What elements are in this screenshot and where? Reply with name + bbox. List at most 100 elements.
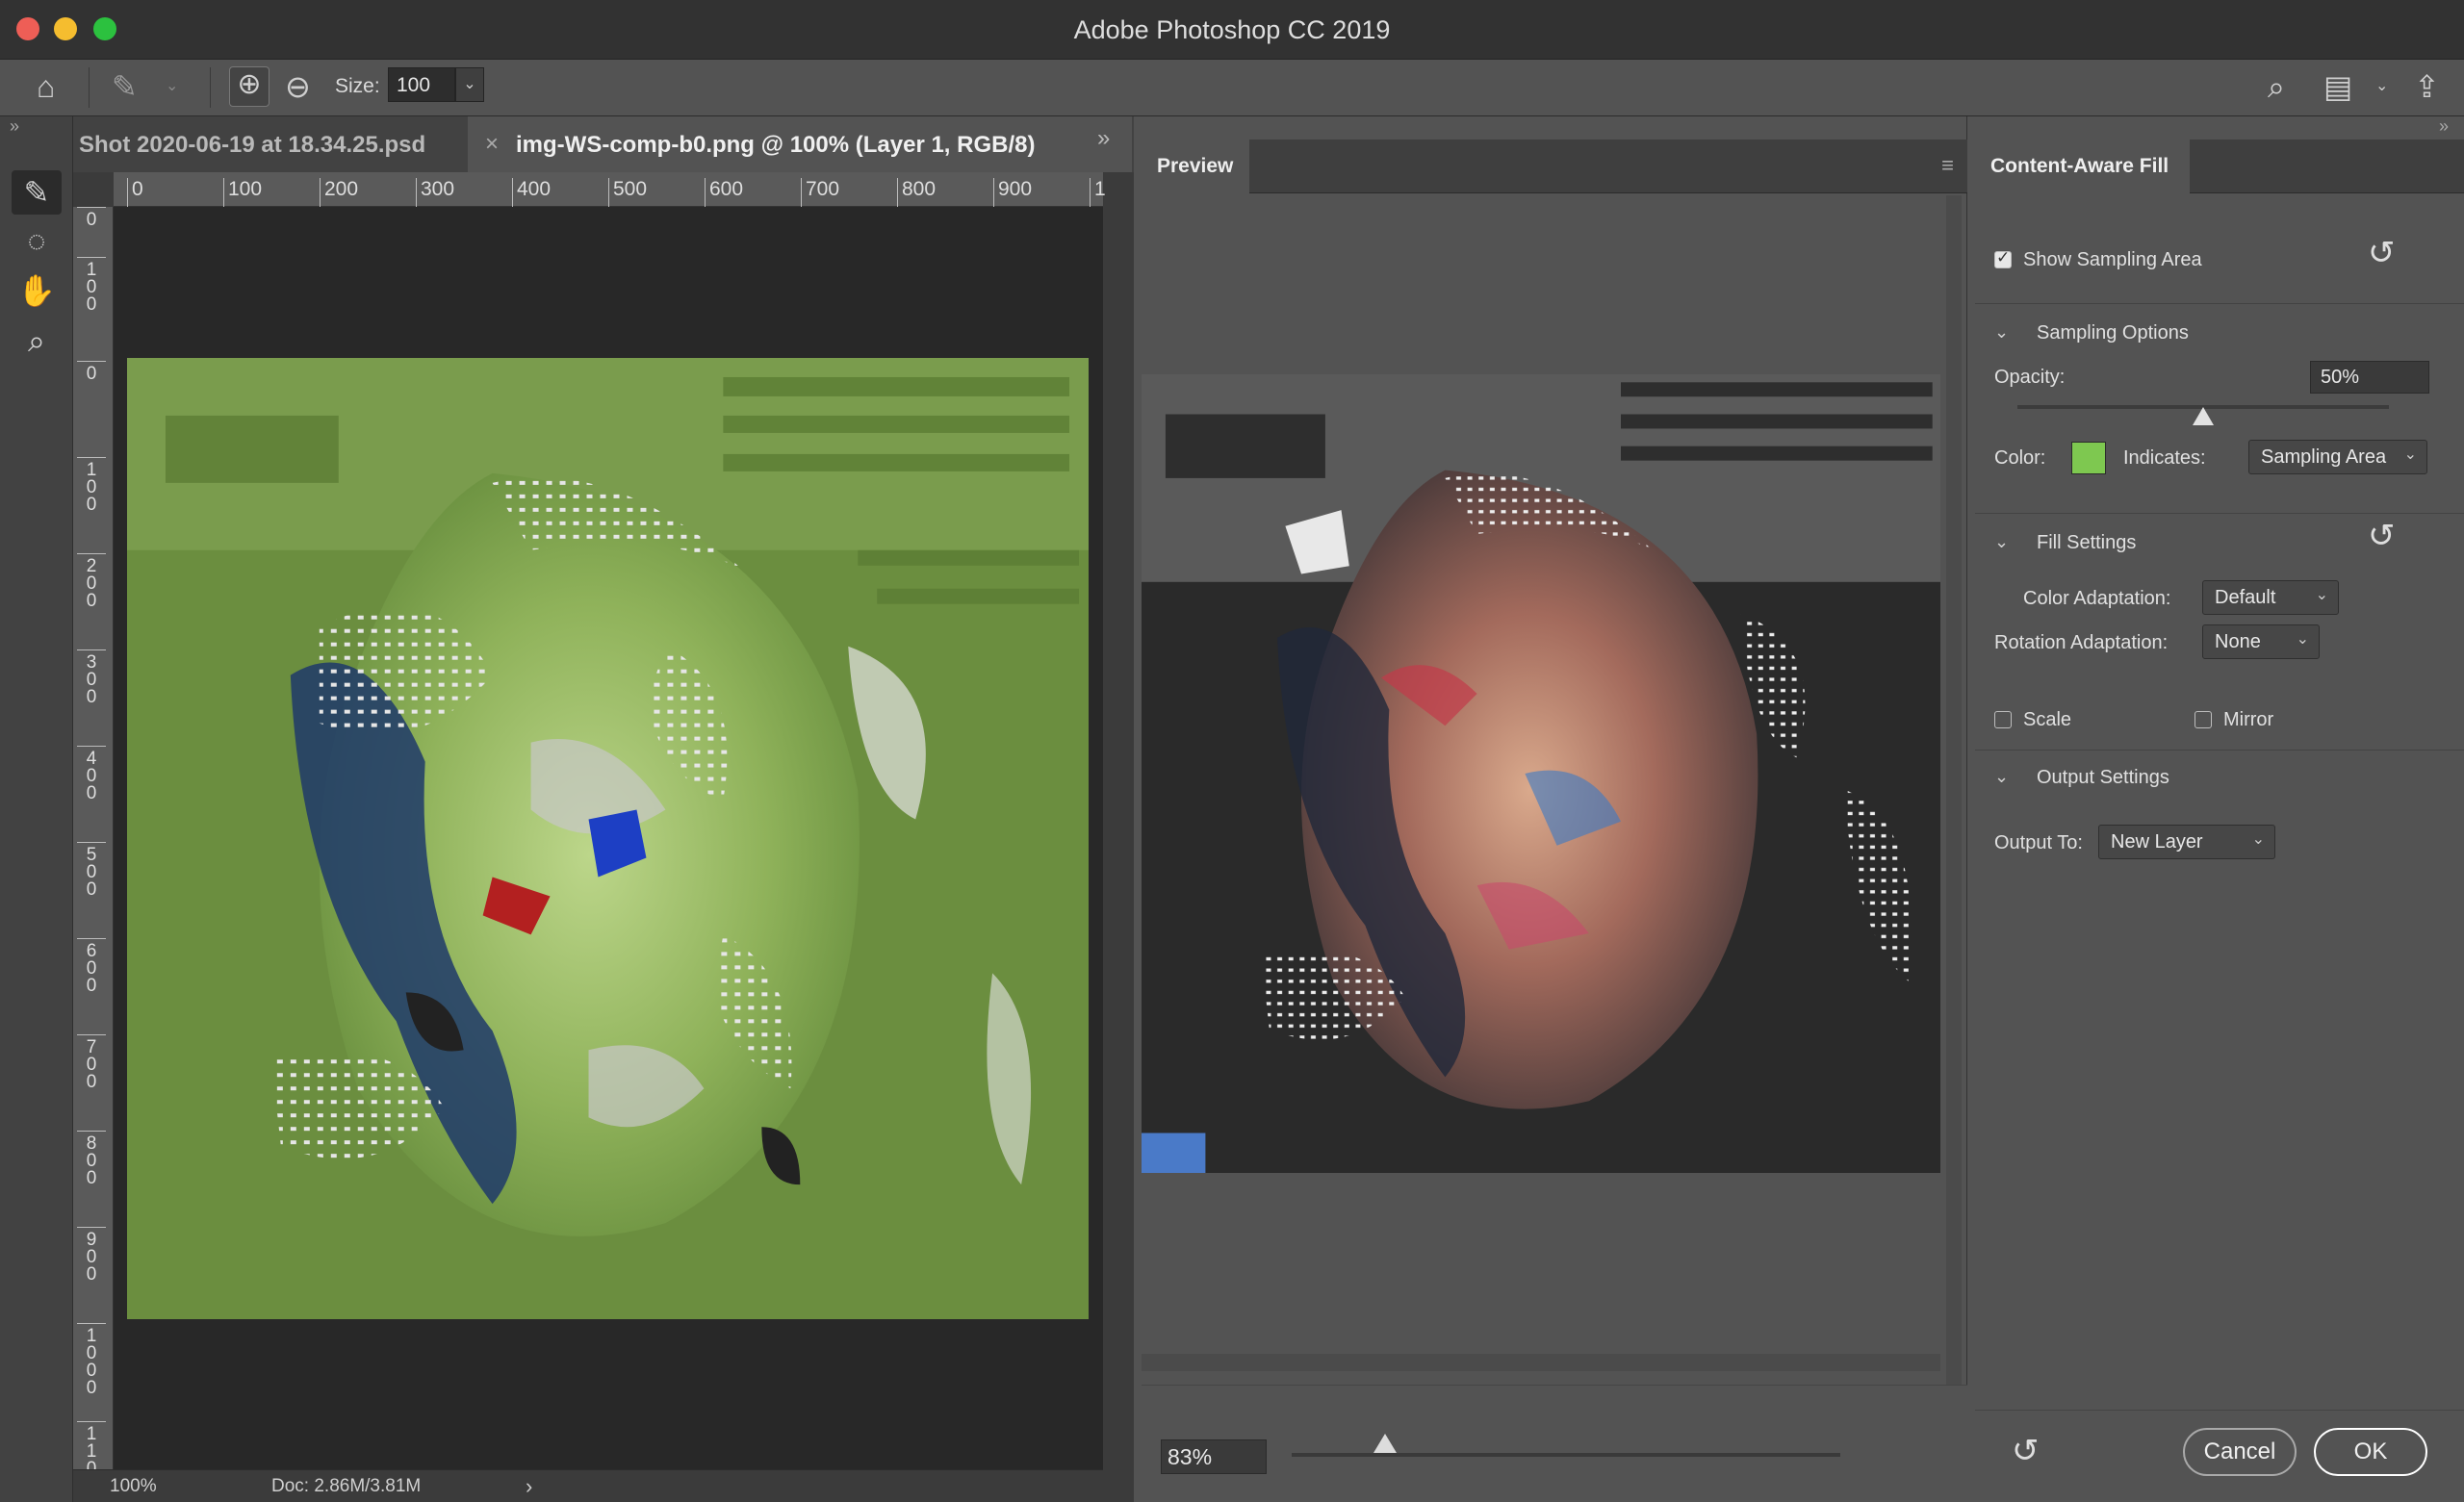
document-canvas[interactable] (114, 207, 1103, 1469)
tab-label: img-WS-comp-b0.png @ 100% (Layer 1, RGB/… (516, 132, 1036, 158)
tab-img-ws-comp[interactable]: × img-WS-comp-b0.png @ 100% (Layer 1, RG… (468, 116, 1132, 172)
sampling-color-swatch[interactable] (2071, 442, 2106, 474)
mirror-checkbox[interactable] (2194, 711, 2212, 728)
dialog-footer: ↺ Cancel OK (1975, 1410, 2464, 1502)
collapse-panel-icon[interactable]: » (2439, 116, 2449, 137)
add-to-selection-icon[interactable]: ⊕ (229, 66, 270, 107)
vertical-scrollbar[interactable] (1946, 195, 1962, 1465)
zoom-icon: ⌕ (28, 323, 45, 358)
document-size: Doc: 2.86M/3.81M (271, 1476, 422, 1496)
size-input[interactable]: 100 (388, 67, 455, 102)
chevron-down-icon: ⌄ (2251, 831, 2265, 848)
indicates-label: Indicates: (2123, 447, 2206, 469)
chevron-down-icon[interactable]: ⌄ (2375, 69, 2388, 104)
ruler-tick-label: 4 0 0 (77, 746, 106, 802)
ruler-tick-label: 1 0 0 (77, 257, 106, 314)
brush-icon: ✎ (23, 175, 50, 210)
home-icon[interactable]: ⌂ (37, 69, 55, 104)
search-icon[interactable]: ⌕ (2268, 69, 2285, 104)
preview-zoom-slider-thumb[interactable] (1373, 1434, 1397, 1453)
output-to-select[interactable]: New Layer ⌄ (2098, 825, 2275, 859)
ruler-tick-label: 300 (416, 178, 454, 207)
share-icon[interactable]: ⇪ (2414, 69, 2440, 104)
scale-label: Scale (2023, 709, 2072, 730)
indicates-select[interactable]: Sampling Area ⌄ (2248, 440, 2427, 474)
color-label: Color: (1994, 447, 2046, 469)
color-adaptation-select[interactable]: Default ⌄ (2202, 580, 2339, 615)
tab-shot-psd[interactable]: Shot 2020-06-19 at 18.34.25.psd (73, 116, 468, 172)
opacity-label: Opacity: (1994, 367, 2066, 388)
ruler-tick-label: 400 (512, 178, 551, 207)
collapse-panel-icon[interactable]: » (10, 116, 19, 137)
mirror-label: Mirror (2223, 709, 2274, 730)
cancel-button[interactable]: Cancel (2183, 1428, 2297, 1476)
show-sampling-area-label: Show Sampling Area (2023, 249, 2202, 270)
preview-panel: Preview ≡ 83% (1142, 116, 1967, 1502)
ruler-tick-label: 100 (223, 178, 262, 207)
ruler-tick-label: 6 0 0 (77, 938, 106, 995)
chevron-down-icon[interactable]: ⌄ (455, 67, 484, 102)
ruler-tick-label: 0 (77, 207, 106, 229)
vertical-ruler: 0 1 0 0 0 1 0 0 2 0 0 3 0 0 4 0 0 5 0 0 6 0 0 7 0… (73, 207, 114, 1478)
scale-checkbox[interactable] (1994, 711, 2012, 728)
chevron-down-icon: ⌄ (2296, 631, 2309, 648)
ruler-tick-label: 0 (127, 178, 143, 207)
tab-preview[interactable]: Preview (1142, 140, 1249, 193)
opacity-input[interactable]: 50% (2310, 361, 2429, 394)
indicates-value: Sampling Area (2261, 446, 2387, 468)
subtract-from-selection-icon[interactable]: ⊖ (285, 69, 311, 104)
reset-icon[interactable]: ↺ (2368, 234, 2396, 272)
preview-zoom-input[interactable]: 83% (1161, 1439, 1267, 1474)
ruler-tick-label: 700 (801, 178, 839, 207)
ruler-tick-label: 0 (77, 361, 106, 383)
chevron-down-icon[interactable]: ⌄ (1994, 532, 2009, 552)
rotation-adaptation-select[interactable]: None ⌄ (2202, 624, 2320, 659)
opacity-slider-thumb[interactable] (2193, 407, 2214, 425)
brush-tool-preset-icon[interactable]: ✎ (112, 69, 138, 104)
color-adaptation-label: Color Adaptation: (2023, 588, 2171, 609)
sampling-options-header[interactable]: Sampling Options (2037, 322, 2189, 344)
ruler-tick-label: 200 (320, 178, 358, 207)
ruler-tick-label: 900 (993, 178, 1032, 207)
status-menu-arrow-icon[interactable]: › (526, 1474, 532, 1499)
ruler-tick-label: 500 (608, 178, 647, 207)
window-title: Adobe Photoshop CC 2019 (1073, 15, 1391, 44)
ruler-tick-label: 3 0 0 (77, 649, 106, 706)
preview-image[interactable] (1142, 374, 1940, 1173)
rotation-adaptation-value: None (2215, 631, 2261, 652)
ruler-tick-label: 2 0 0 (77, 553, 106, 610)
ruler-tick-label: 1 (1090, 178, 1106, 207)
reset-icon[interactable]: ↺ (2368, 517, 2396, 555)
ruler-tick-label: 800 (897, 178, 936, 207)
zoom-tool[interactable]: ⌕ (12, 318, 62, 363)
status-bar: 100% Doc: 2.86M/3.81M › (73, 1469, 1103, 1502)
reset-all-icon[interactable]: ↺ (2012, 1432, 2040, 1470)
sampling-brush-tool[interactable]: ✎ (12, 170, 62, 215)
ok-button[interactable]: OK (2314, 1428, 2427, 1476)
hand-tool[interactable]: ✋ (12, 268, 62, 313)
fill-settings-header[interactable]: Fill Settings (2037, 532, 2136, 554)
close-tab-icon[interactable]: × (485, 131, 499, 158)
lasso-tool[interactable]: ◌ (12, 218, 62, 263)
preview-zoom-slider[interactable] (1292, 1453, 1840, 1457)
divider (210, 67, 211, 108)
more-tabs-icon[interactable]: » (1097, 125, 1110, 152)
output-settings-header[interactable]: Output Settings (2037, 767, 2169, 789)
zoom-level[interactable]: 100% (110, 1476, 157, 1497)
chevron-down-icon[interactable]: ⌄ (166, 69, 178, 104)
document-image[interactable] (127, 358, 1089, 1319)
panel-menu-icon[interactable]: ≡ (1941, 153, 1954, 178)
lasso-icon: ◌ (27, 223, 46, 258)
tab-content-aware-fill[interactable]: Content-Aware Fill (1975, 140, 2191, 193)
chevron-down-icon[interactable]: ⌄ (1994, 767, 2009, 787)
tools-panel: » ✎ ◌ ✋ ⌕ (0, 116, 73, 1502)
chevron-down-icon: ⌄ (2403, 446, 2417, 463)
horizontal-scrollbar[interactable] (1142, 1354, 1940, 1371)
document-tabs: Shot 2020-06-19 at 18.34.25.psd × img-WS… (73, 116, 1134, 172)
color-adaptation-value: Default (2215, 587, 2276, 608)
workspace-icon[interactable]: ▤ (2323, 69, 2352, 104)
show-sampling-area-checkbox[interactable] (1994, 248, 2012, 268)
chevron-down-icon[interactable]: ⌄ (1994, 322, 2009, 343)
preview-footer: 83% (1142, 1385, 1967, 1502)
rotation-adaptation-label: Rotation Adaptation: (1994, 632, 2169, 653)
